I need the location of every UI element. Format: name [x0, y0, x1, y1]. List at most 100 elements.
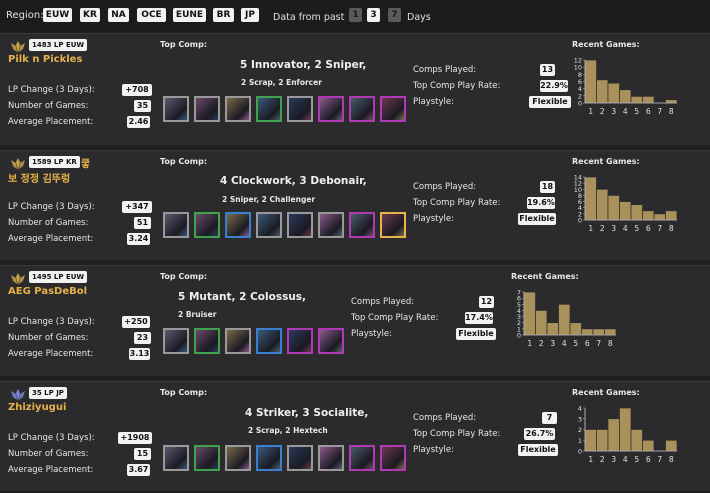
champion-icon[interactable] — [163, 212, 189, 238]
histogram-bar — [607, 418, 620, 452]
x-tick-label: 2 — [600, 107, 605, 116]
champion-icon[interactable] — [194, 96, 220, 122]
champion-icon[interactable] — [163, 328, 189, 354]
champion-icon[interactable] — [287, 212, 313, 238]
champion-icon[interactable] — [287, 96, 313, 122]
region-button-br[interactable]: BR — [213, 8, 234, 22]
champion-icon[interactable] — [349, 212, 375, 238]
champion-icon[interactable] — [349, 445, 375, 471]
champion-icon[interactable] — [225, 445, 251, 471]
recent-games-chart: 432101 2 3 4 5 6 7 8 — [578, 405, 678, 464]
x-tick-label: 6 — [646, 224, 651, 233]
x-tick-label: 1 — [588, 455, 593, 464]
x-tick-label: 8 — [669, 107, 674, 116]
filter-bar: Region: EUW KR NA OCE EUNE BR JP Data fr… — [0, 0, 710, 32]
champion-icon[interactable] — [194, 328, 220, 354]
histogram-bar — [596, 79, 609, 104]
top-comp-subtraits: 2 Scrap, 2 Hextech — [248, 426, 328, 435]
x-tick-label: 1 — [588, 107, 593, 116]
average-placement-label: Average Placement: — [8, 465, 94, 475]
region-button-oce[interactable]: OCE — [137, 8, 166, 22]
histogram-bar — [653, 213, 666, 221]
player-name[interactable]: AEG PasDeBol — [8, 286, 87, 297]
histogram-bar — [604, 328, 617, 336]
recent-games-title: Recent Games: — [511, 272, 579, 281]
days-option-1[interactable]: 1 — [349, 8, 362, 22]
champion-icon[interactable] — [318, 328, 344, 354]
average-placement-label: Average Placement: — [8, 349, 94, 359]
y-tick-label: 0 — [517, 332, 521, 340]
x-tick-label: 6 — [585, 339, 590, 348]
region-button-euw[interactable]: EUW — [43, 8, 72, 22]
histogram-bar — [642, 210, 655, 221]
champion-icon[interactable] — [318, 212, 344, 238]
y-tick-label: 0 — [578, 100, 582, 108]
x-tick-label: 7 — [657, 107, 662, 116]
rank-emblem-icon — [10, 156, 26, 170]
recent-games-title: Recent Games: — [572, 40, 640, 49]
champion-icon[interactable] — [225, 212, 251, 238]
y-tick-label: 4 — [578, 405, 582, 413]
y-tick-label: 2 — [578, 426, 582, 434]
champion-icon[interactable] — [380, 212, 406, 238]
histogram-bar — [665, 439, 678, 452]
champion-icon[interactable] — [380, 445, 406, 471]
comps-played-label: Comps Played: — [413, 182, 477, 192]
champion-icon[interactable] — [225, 328, 251, 354]
champion-icon[interactable] — [256, 328, 282, 354]
champion-icon[interactable] — [163, 96, 189, 122]
days-option-3[interactable]: 3 — [367, 8, 380, 22]
lp-change-value: +347 — [122, 201, 152, 213]
player-card: 1483 LP EUW Pilk n Pickles LP Change (3 Da… — [0, 33, 710, 145]
histogram-bar — [523, 291, 536, 336]
region-button-kr[interactable]: KR — [80, 8, 100, 22]
region-button-jp[interactable]: JP — [241, 8, 259, 22]
top-comp-play-rate-label: Top Comp Play Rate: — [351, 313, 439, 323]
x-tick-label: 5 — [634, 107, 639, 116]
x-tick-label: 8 — [669, 224, 674, 233]
champion-icon[interactable] — [194, 212, 220, 238]
histogram-bar — [630, 204, 643, 221]
top-comp-subtraits: 2 Scrap, 2 Enforcer — [241, 78, 322, 87]
champion-icon[interactable] — [380, 96, 406, 122]
player-name[interactable]: Zhiziyugui — [8, 402, 66, 413]
player-card: 35 LP JP Zhiziyugui LP Change (3 Days): +19… — [0, 381, 710, 491]
player-card: 1495 LP EUW AEG PasDeBol LP Change (3 Days… — [0, 265, 710, 376]
top-comp-play-rate-label: Top Comp Play Rate: — [413, 429, 501, 439]
champion-icon[interactable] — [318, 445, 344, 471]
rank-emblem-icon — [10, 39, 26, 53]
top-comp-play-rate-value: 22.9% — [540, 80, 568, 92]
champion-icon[interactable] — [287, 328, 313, 354]
comps-played-label: Comps Played: — [413, 65, 477, 75]
x-tick-label: 7 — [596, 339, 601, 348]
champion-icon[interactable] — [256, 445, 282, 471]
player-name[interactable]: Pilk n Pickles — [8, 54, 82, 65]
region-button-na[interactable]: NA — [108, 8, 129, 22]
recent-games-chart: 141210864201 2 3 4 5 6 7 8 — [574, 174, 678, 233]
histogram-bar — [581, 328, 594, 336]
champion-icon[interactable] — [349, 96, 375, 122]
number-of-games-value: 15 — [134, 448, 151, 460]
number-of-games-value: 35 — [134, 100, 151, 112]
card-divider — [0, 265, 710, 266]
comps-played-value: 18 — [540, 181, 555, 193]
champion-icon[interactable] — [287, 445, 313, 471]
comps-played-value: 13 — [540, 64, 555, 76]
x-tick-label: 4 — [562, 339, 567, 348]
champion-icon[interactable] — [194, 445, 220, 471]
playstyle-label: Playstyle: — [413, 97, 454, 107]
x-tick-label: 2 — [539, 339, 544, 348]
y-tick-label: 1 — [578, 437, 582, 445]
champion-icon[interactable] — [163, 445, 189, 471]
lp-badge: 1495 LP EUW — [29, 271, 88, 283]
top-comp-subtraits: 2 Bruiser — [178, 310, 217, 319]
x-tick-label: 5 — [634, 224, 639, 233]
player-name[interactable]: 보 정정 김뚜렁 — [8, 170, 70, 185]
champion-icon[interactable] — [256, 96, 282, 122]
histogram-bar — [630, 429, 643, 452]
champion-icon[interactable] — [225, 96, 251, 122]
champion-icon[interactable] — [318, 96, 344, 122]
days-option-7[interactable]: 7 — [388, 8, 401, 22]
region-button-eune[interactable]: EUNE — [173, 8, 206, 22]
champion-icon[interactable] — [256, 212, 282, 238]
